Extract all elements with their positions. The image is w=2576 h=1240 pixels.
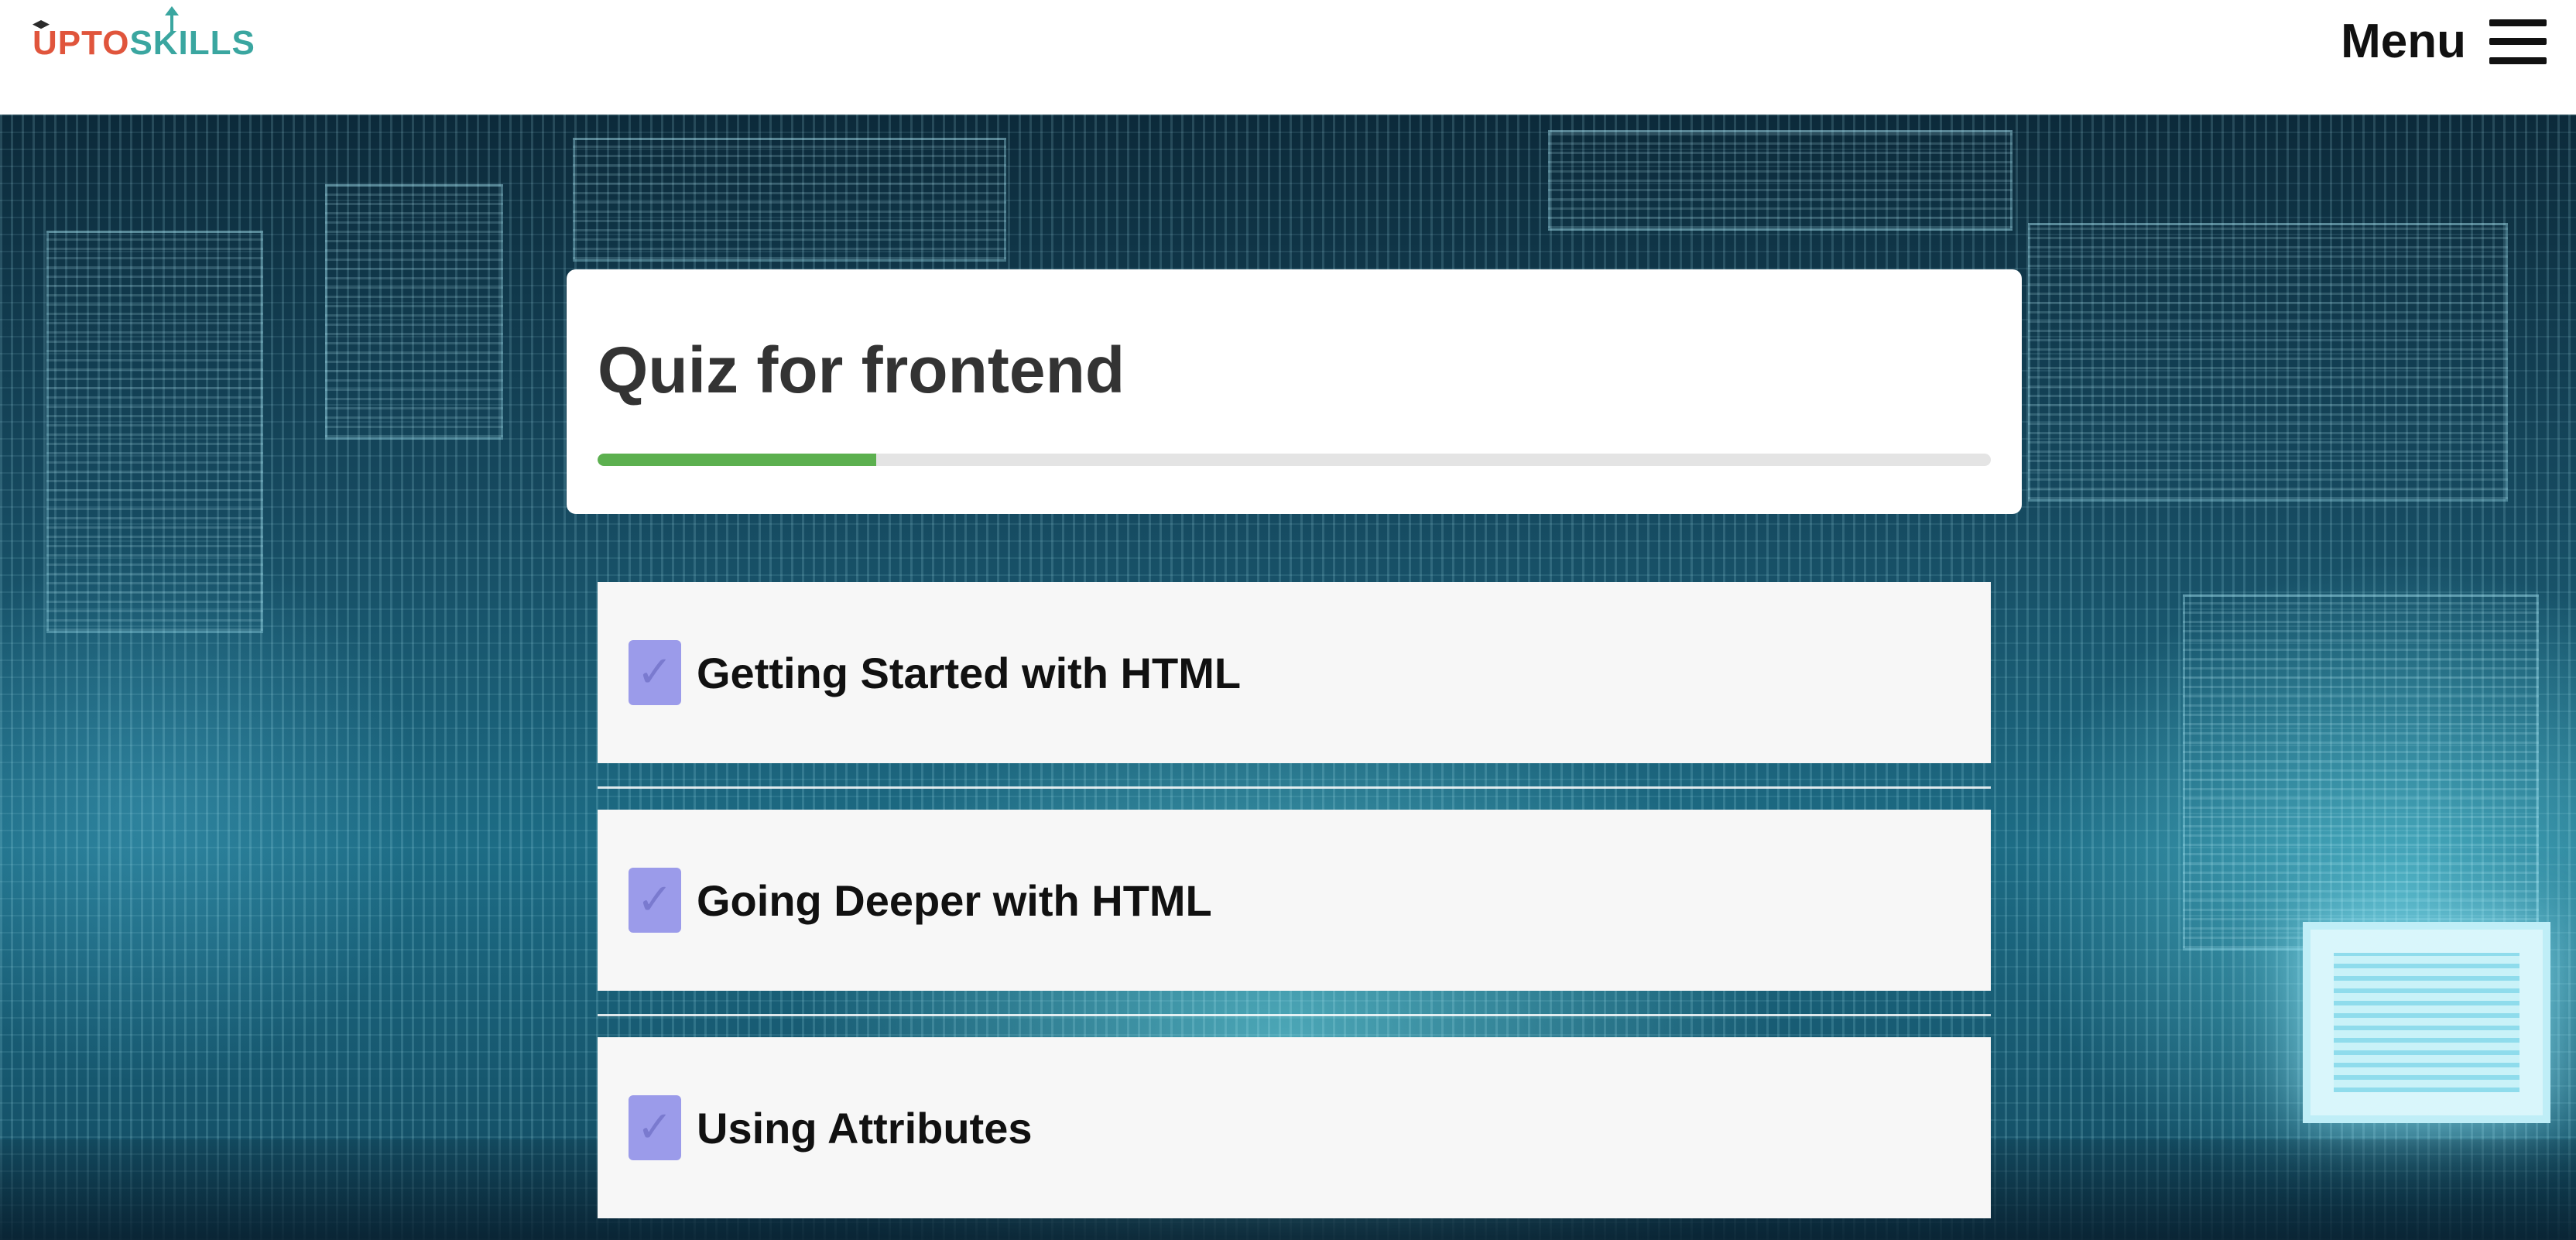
quiz-progress-bar — [598, 454, 1991, 466]
hamburger-line — [2489, 38, 2547, 45]
background-panel — [46, 231, 263, 633]
quiz-progress-fill — [598, 454, 876, 466]
logo-text-upto: UPTO — [33, 24, 130, 62]
background-panel — [325, 184, 503, 440]
menu-label: Menu — [2341, 15, 2466, 68]
background-panel — [2183, 594, 2539, 951]
topic-label: Getting Started with HTML — [697, 648, 1242, 697]
background-panel — [573, 138, 1006, 262]
check-icon[interactable]: ✓ — [629, 1095, 681, 1160]
logo-arrow-icon — [165, 6, 179, 34]
topic-divider — [598, 763, 1991, 810]
logo-text-skills: SKILLS — [129, 24, 255, 62]
uptoskills-logo[interactable]: UPTO SKILLS — [33, 6, 255, 62]
topic-label: Using Attributes — [697, 1103, 1033, 1153]
computer-monitor-illustration — [2303, 922, 2550, 1123]
check-icon[interactable]: ✓ — [629, 868, 681, 933]
topic-item[interactable]: ✓ Going Deeper with HTML — [598, 810, 1991, 991]
hamburger-line — [2489, 57, 2547, 64]
check-icon[interactable]: ✓ — [629, 640, 681, 705]
topic-item[interactable]: ✓ Getting Started with HTML — [598, 582, 1991, 763]
quiz-header-card: Quiz for frontend — [567, 269, 2022, 514]
hamburger-icon[interactable] — [2489, 16, 2547, 67]
menu-button[interactable]: Menu — [2341, 14, 2547, 69]
hamburger-line — [2489, 19, 2547, 26]
site-header: UPTO SKILLS Menu — [0, 0, 2576, 115]
topic-divider — [598, 991, 1991, 1037]
quiz-title: Quiz for frontend — [598, 334, 1125, 406]
topic-item[interactable]: ✓ Using Attributes — [598, 1037, 1991, 1218]
background-panel — [1548, 130, 2012, 231]
background-panel — [2028, 223, 2508, 502]
topic-label: Going Deeper with HTML — [697, 875, 1212, 925]
topic-list: ✓ Getting Started with HTML ✓ Going Deep… — [598, 582, 1991, 1218]
